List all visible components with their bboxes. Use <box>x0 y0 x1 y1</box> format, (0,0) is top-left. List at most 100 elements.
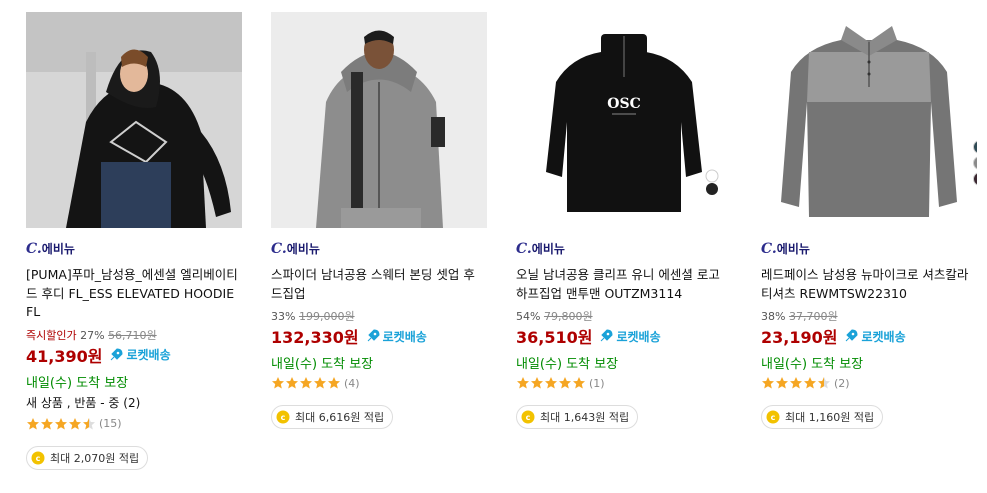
star-icon <box>27 417 39 429</box>
logo-text: OSC <box>607 96 640 112</box>
product-card[interactable]: C.에비뉴 [PUMA]푸마_남성용_에센셜 엘리베이티드 후디 FL_ESS … <box>26 12 246 470</box>
used-item-info[interactable]: 새 상품 , 반품 - 중 (2) <box>26 394 246 412</box>
review-count: (1) <box>589 376 605 390</box>
brand-name: 에비뉴 <box>286 242 320 256</box>
rocket-label: 로켓배송 <box>616 329 661 344</box>
star-icon <box>272 377 284 389</box>
brand-label[interactable]: C.에비뉴 <box>271 240 491 258</box>
rating-row: (15) <box>26 416 246 432</box>
hoodie-photo-icon <box>26 12 242 228</box>
product-card[interactable]: C.에비뉴 스파이더 남녀공용 스웨터 본딩 셋업 후드집업 33% 199,0… <box>271 12 491 429</box>
rocket-icon <box>111 347 123 360</box>
product-title[interactable]: [PUMA]푸마_남성용_에센셜 엘리베이티드 후디 FL_ESS ELEVAT… <box>26 266 240 322</box>
product-image[interactable]: OSC <box>516 12 732 228</box>
arrival-guarantee: 내일(수) 도착 보장 <box>761 357 864 372</box>
color-swatch[interactable] <box>973 156 977 170</box>
coin-icon: c <box>276 410 290 424</box>
discount-row: 33% 199,000원 <box>271 309 491 325</box>
rating-row: (4) <box>271 375 491 391</box>
reward-badge: c 최대 1,643원 적립 <box>516 405 639 429</box>
brand-logo-icon: C. <box>271 241 287 257</box>
rocket-icon <box>846 329 858 342</box>
brand-label[interactable]: C.에비뉴 <box>516 240 736 258</box>
brand-label[interactable]: C.에비뉴 <box>761 240 981 258</box>
svg-text:c: c <box>281 413 286 422</box>
discount-rate: 33% <box>271 310 296 323</box>
price-box: 38% 37,700원 23,190원 로켓배송 <box>761 309 981 347</box>
star-icon <box>804 377 816 389</box>
star-rating <box>516 376 586 390</box>
price-box: 54% 79,800원 36,510원 로켓배송 <box>516 309 736 347</box>
discount-row: 54% 79,800원 <box>516 309 736 325</box>
color-swatch[interactable] <box>973 140 977 154</box>
sale-price: 132,330원 <box>271 328 359 347</box>
star-icon <box>286 377 298 389</box>
rocket-delivery-badge: 로켓배송 <box>843 328 906 345</box>
sale-price: 23,190원 <box>761 328 838 347</box>
reward-label: 최대 1,160원 적립 <box>785 411 875 424</box>
svg-text:c: c <box>771 413 776 422</box>
svg-text:c: c <box>526 413 531 422</box>
original-price: 37,700원 <box>788 310 838 323</box>
reward-label: 최대 6,616원 적립 <box>295 411 385 424</box>
original-price: 79,800원 <box>543 310 593 323</box>
discount-rate: 54% <box>516 310 541 323</box>
svg-text:c: c <box>36 454 41 463</box>
star-icon <box>531 377 543 389</box>
rocket-label: 로켓배송 <box>382 329 427 344</box>
star-rating <box>271 376 341 390</box>
product-image[interactable] <box>26 12 242 228</box>
star-icon <box>559 377 571 389</box>
discount-rate: 38% <box>761 310 786 323</box>
price-row: 41,390원 로켓배송 <box>26 344 246 366</box>
star-icon <box>790 377 802 389</box>
color-swatch[interactable] <box>973 172 977 186</box>
rocket-delivery-badge: 로켓배송 <box>598 328 661 345</box>
instant-discount-label: 즉시할인가 <box>26 328 77 342</box>
price-row: 23,190원 로켓배송 <box>761 325 981 347</box>
rocket-delivery-badge: 로켓배송 <box>365 328 427 345</box>
polo-shirt-photo-icon <box>761 12 977 228</box>
discount-rate: 27% <box>80 328 105 342</box>
rating-row: (2) <box>761 375 981 391</box>
product-title[interactable]: 오닐 남녀공용 클리프 유니 에센셜 로고 하프집업 맨투맨 OUTZM3114 <box>516 266 730 303</box>
review-count: (2) <box>834 376 850 390</box>
star-icon <box>41 417 53 429</box>
half-zip-sweatshirt-photo-icon: OSC <box>516 12 732 228</box>
discount-row: 즉시할인가 27% 56,710원 <box>26 328 246 344</box>
star-icon <box>776 377 788 389</box>
arrival-guarantee: 내일(수) 도착 보장 <box>271 357 374 372</box>
brand-logo-icon: C. <box>26 241 42 257</box>
product-image[interactable] <box>761 12 977 228</box>
star-icon <box>328 377 340 389</box>
star-icon <box>69 417 81 429</box>
star-rating <box>26 417 96 431</box>
star-icon <box>762 377 774 389</box>
price-row: 132,330원 로켓배송 <box>271 325 491 347</box>
coin-icon: c <box>31 451 45 464</box>
product-title[interactable]: 스파이더 남녀공용 스웨터 본딩 셋업 후드집업 <box>271 266 485 303</box>
brand-logo-icon: C. <box>516 241 532 257</box>
product-title[interactable]: 레드페이스 남성용 뉴마이크로 셔츠칼라 티셔츠 REWMTSW22310 <box>761 266 975 303</box>
reward-label: 최대 2,070원 적립 <box>50 451 140 465</box>
product-card[interactable]: C.에비뉴 레드페이스 남성용 뉴마이크로 셔츠칼라 티셔츠 REWMTSW22… <box>761 12 981 429</box>
arrival-guarantee: 내일(수) 도착 보장 <box>516 357 619 372</box>
star-icon <box>55 417 67 429</box>
product-image[interactable] <box>271 12 487 228</box>
review-count: (4) <box>344 376 360 390</box>
coin-icon: c <box>766 410 780 424</box>
reward-label: 최대 1,643원 적립 <box>540 411 630 424</box>
product-card[interactable]: OSC C.에비뉴 오닐 남녀공용 클리프 유니 에센셜 로고 하프집업 맨투맨… <box>516 12 736 429</box>
discount-row: 38% 37,700원 <box>761 309 981 325</box>
star-icon <box>573 377 585 389</box>
star-icon <box>818 377 830 389</box>
brand-label[interactable]: C.에비뉴 <box>26 240 246 258</box>
arrival-guarantee: 내일(수) 도착 보장 <box>26 375 129 391</box>
original-price: 56,710원 <box>108 328 157 342</box>
rocket-label: 로켓배송 <box>126 348 171 362</box>
zip-hoodie-photo-icon <box>271 12 487 228</box>
price-box: 즉시할인가 27% 56,710원 41,390원 로켓배송 <box>26 328 246 366</box>
brand-name: 에비뉴 <box>531 242 565 256</box>
sale-price: 41,390원 <box>26 346 103 366</box>
star-icon <box>545 377 557 389</box>
